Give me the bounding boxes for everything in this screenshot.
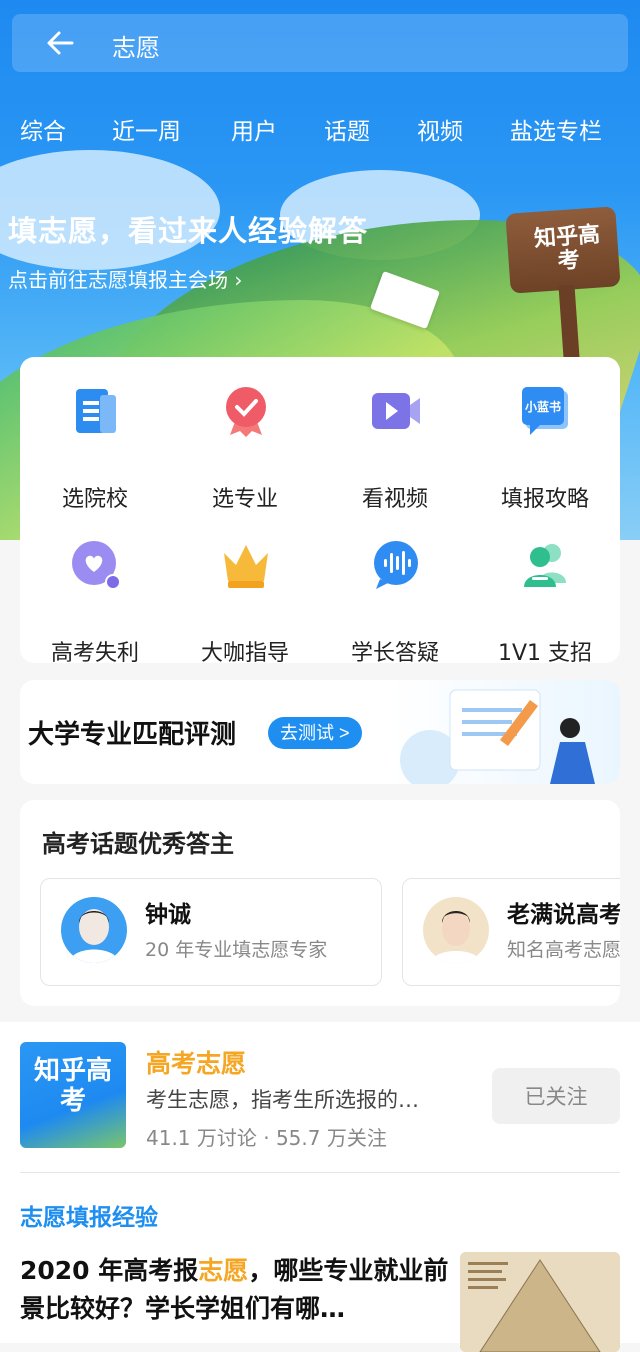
article-thumbnail[interactable]: [460, 1252, 620, 1352]
svg-text:小蓝书: 小蓝书: [525, 399, 561, 414]
voice-bubble-icon: [374, 541, 418, 589]
grid-item-guide[interactable]: 小蓝书 填报攻略: [470, 385, 620, 515]
tab-salt-column[interactable]: 盐选专栏: [510, 112, 602, 146]
topic-section: 知乎高考 高考志愿 考生志愿，指考生所选报的… 41.1 万讨论 · 55.7 …: [0, 1022, 640, 1352]
answerer-name: 钟诚: [145, 902, 191, 928]
sign-text: 知乎高考: [533, 222, 601, 275]
grid-item-watch-video[interactable]: 看视频: [320, 385, 470, 515]
badge-check-icon: [226, 387, 266, 437]
search-bar[interactable]: 志愿: [12, 14, 628, 72]
divider: [20, 1172, 620, 1173]
grid-item-exam-failure[interactable]: 高考失利: [20, 539, 170, 669]
answerer-card[interactable]: 老满说高考 知名高考志愿专家: [402, 878, 620, 986]
answerer-card[interactable]: 钟诚 20 年专业填志愿专家: [40, 878, 382, 986]
tab-bar: 综合 近一周 用户 话题 视频 盐选专栏: [0, 104, 640, 150]
tab-videos[interactable]: 视频: [417, 112, 463, 146]
grid-label: 选院校: [61, 487, 128, 512]
answerers-heading: 高考话题优秀答主: [42, 830, 234, 858]
grid-label: 学长答疑: [350, 641, 439, 666]
grid-label: 大咖指导: [200, 641, 289, 666]
tab-topics[interactable]: 话题: [324, 112, 370, 146]
answerer-desc: 知名高考志愿专家: [507, 939, 620, 961]
heart-bubble-icon: [72, 541, 121, 590]
grid-item-one-on-one[interactable]: 1V1 支招: [470, 539, 620, 669]
grid-label: 选专业: [211, 487, 278, 512]
go-test-button[interactable]: 去测试 >: [268, 717, 362, 749]
zhihu-gaokao-sign: 知乎高考: [505, 206, 621, 376]
test-title: 大学专业匹配评测: [28, 720, 237, 750]
topic-stats: 41.1 万讨论 · 55.7 万关注: [146, 1126, 387, 1150]
grid-item-senior-qa[interactable]: 学长答疑: [320, 539, 470, 669]
major-match-test-card[interactable]: 大学专业匹配评测 去测试 >: [20, 680, 620, 784]
search-query[interactable]: 志愿: [112, 28, 160, 63]
answerer-desc: 20 年专业填志愿专家: [145, 939, 328, 961]
crown-icon: [224, 545, 268, 588]
grid-label: 填报攻略: [500, 487, 589, 512]
section-title: 志愿填报经验: [20, 1205, 158, 1231]
grid-item-choose-school[interactable]: 选院校: [20, 385, 170, 515]
tab-comprehensive[interactable]: 综合: [20, 112, 66, 146]
topic-description: 考生志愿，指考生所选报的…: [146, 1088, 419, 1112]
grid-item-expert-guide[interactable]: 大咖指导: [170, 539, 320, 669]
grid-label: 高考失利: [50, 641, 139, 666]
back-arrow-icon[interactable]: [44, 27, 76, 59]
users-icon: [524, 544, 566, 587]
video-icon: [372, 393, 420, 429]
tab-users[interactable]: 用户: [231, 112, 277, 146]
banner-link[interactable]: 点击前往志愿填报主会场 ›: [8, 264, 242, 293]
tab-recent-week[interactable]: 近一周: [112, 112, 181, 146]
grid-item-choose-major[interactable]: 选专业: [170, 385, 320, 515]
grid-label: 看视频: [361, 487, 428, 512]
topic-name[interactable]: 高考志愿: [146, 1044, 246, 1080]
test-illustration: [390, 680, 620, 784]
topic-logo-text: 知乎高考: [33, 1056, 112, 1116]
avatar: [61, 897, 127, 963]
article-title-highlight: 志愿: [198, 1256, 249, 1285]
article-title[interactable]: 2020 年高考报志愿，哪些专业就业前景比较好？学长学姐们有哪…: [20, 1252, 450, 1328]
top-answerers-card: 高考话题优秀答主 钟诚 20 年专业填志愿专家 老满说高考 知名高考志愿专家: [20, 800, 620, 1006]
topic-logo[interactable]: 知乎高考: [20, 1042, 126, 1148]
book-icon: 小蓝书: [522, 387, 568, 435]
followed-button[interactable]: 已关注: [492, 1068, 620, 1124]
article-title-pre: 2020 年高考报: [20, 1256, 199, 1285]
grid-label: 1V1 支招: [497, 641, 593, 666]
answerer-name: 老满说高考: [507, 902, 620, 928]
avatar: [423, 897, 489, 963]
document-icon: [76, 389, 116, 433]
banner-title: 填志愿，看过来人经验解答: [8, 214, 369, 248]
feature-grid: 选院校 选专业 看视频 小蓝书 填报攻略 高考失利 大咖指导 学长答疑 1V1 …: [20, 357, 620, 666]
